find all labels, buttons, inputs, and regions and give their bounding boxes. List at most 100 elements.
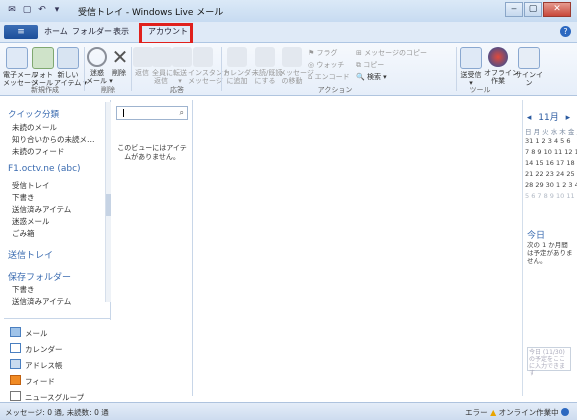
maximize-button[interactable]: ▢ bbox=[524, 2, 542, 17]
ribbon-separator bbox=[131, 47, 132, 91]
quick-views-header[interactable]: クイック分類 bbox=[8, 108, 59, 120]
ribbon: 電子メール メッセージ フォト メール 新しい アイテム ▾ 新規作成 迷惑 メ… bbox=[0, 43, 577, 96]
module-feeds[interactable]: フィード bbox=[10, 375, 55, 387]
scrollbar-thumb[interactable] bbox=[106, 194, 111, 216]
folder-sent[interactable]: 送信済みアイテム bbox=[12, 204, 71, 215]
today-heading: 今日 bbox=[527, 231, 546, 241]
dropdown-icon[interactable]: ▾ bbox=[51, 4, 63, 16]
tab-view[interactable]: 表示 bbox=[113, 26, 129, 37]
online-label[interactable]: オンライン作業中 bbox=[499, 408, 559, 417]
junk-button[interactable]: 迷惑 メール ▾ bbox=[86, 47, 113, 85]
file-menu-button[interactable]: ≡ bbox=[4, 25, 38, 39]
calendar-week[interactable]: 14 15 16 17 18 19 20 bbox=[525, 159, 577, 167]
photo-email-button[interactable]: フォト メール bbox=[32, 47, 54, 87]
search-input[interactable]: ⌕ bbox=[116, 106, 188, 120]
online-status-icon bbox=[561, 408, 569, 416]
calendar-header: ◂ 11月 ▸ bbox=[523, 110, 574, 123]
tab-home[interactable]: ホーム bbox=[44, 26, 68, 37]
app-icon[interactable]: ✉ bbox=[6, 4, 18, 16]
search-icon[interactable]: ⌕ bbox=[180, 108, 184, 118]
delete-icon: ✕ bbox=[111, 45, 129, 69]
connection-status: エラー ▲ オンライン作業中 bbox=[465, 407, 569, 418]
minimize-button[interactable]: ‒ bbox=[505, 2, 523, 17]
module-mail[interactable]: メール bbox=[10, 327, 48, 339]
add-to-calendar-button[interactable]: カレンダー に追加 bbox=[223, 47, 258, 85]
close-button[interactable]: ✕ bbox=[543, 2, 571, 17]
new-mail-quick-icon[interactable]: ▢ bbox=[21, 4, 33, 16]
new-item-button[interactable]: 新しい アイテム ▾ bbox=[54, 47, 87, 87]
account-header[interactable]: F1.octv.ne (abc) bbox=[8, 164, 81, 174]
reply-quick-icon[interactable]: ↶ bbox=[36, 4, 48, 16]
reply-all-button[interactable]: 全員に 返信 bbox=[152, 47, 173, 85]
folder-drafts[interactable]: 下書き bbox=[12, 192, 35, 203]
calendar-week[interactable]: 21 22 23 24 25 26 27 bbox=[525, 170, 577, 178]
folder-unread-contacts[interactable]: 知り合いからの未読メ… bbox=[12, 134, 95, 145]
text-cursor bbox=[123, 109, 124, 117]
quick-event-input[interactable]: 今日 (11/30) の予定をここに入力できます bbox=[527, 347, 571, 377]
folder-junk[interactable]: 迷惑メール bbox=[12, 216, 50, 227]
new-email-button[interactable]: 電子メール メッセージ bbox=[3, 47, 38, 87]
send-receive-icon bbox=[460, 47, 482, 69]
instant-message-button[interactable]: インスタント メッセージ bbox=[188, 47, 230, 85]
month-label: 11月 bbox=[538, 113, 559, 123]
prev-month-button[interactable]: ◂ bbox=[527, 113, 532, 123]
delete-button[interactable]: ✕ 削除 bbox=[110, 45, 129, 77]
calendar-pane: ◂ 11月 ▸ 日 月 火 水 木 金 土 31 1 2 3 4 5 6 7 8… bbox=[522, 100, 577, 396]
storage-folders-header[interactable]: 保存フォルダー bbox=[8, 270, 71, 283]
no-events-text: 次の 1 か月間は予定がありません。 bbox=[527, 241, 573, 265]
contacts-icon bbox=[10, 359, 21, 369]
next-month-button[interactable]: ▸ bbox=[566, 113, 571, 123]
folder-storage-drafts[interactable]: 下書き bbox=[12, 284, 35, 295]
group-label-delete: 削除 bbox=[101, 86, 115, 94]
calendar-week[interactable]: 5 6 7 8 9 10 11 bbox=[525, 192, 575, 200]
tab-folder[interactable]: フォルダー bbox=[72, 26, 112, 37]
folder-unread-feeds[interactable]: 未読のフィード bbox=[12, 146, 64, 157]
sign-in-icon bbox=[518, 47, 540, 69]
module-calendar[interactable]: カレンダー bbox=[10, 343, 63, 355]
ribbon-tabs: ≡ ホーム フォルダー 表示 アカウント ? bbox=[0, 22, 577, 45]
offline-button[interactable]: オフライン 作業 bbox=[484, 47, 519, 85]
module-contacts[interactable]: アドレス帳 bbox=[10, 359, 63, 371]
encoding-button[interactable]: ⌂ エンコード bbox=[308, 72, 350, 82]
new-item-icon bbox=[57, 47, 79, 69]
error-label[interactable]: エラー bbox=[465, 408, 488, 417]
quick-access-toolbar: ✉ ▢ ↶ ▾ bbox=[6, 4, 63, 16]
window-controls: ‒ ▢ ✕ bbox=[505, 2, 571, 17]
folder-deleted[interactable]: ごみ箱 bbox=[12, 228, 35, 239]
calendar-week[interactable]: 28 29 30 1 2 3 4 bbox=[525, 181, 577, 189]
reply-icon bbox=[133, 47, 153, 67]
calendar-week[interactable]: 31 1 2 3 4 5 6 bbox=[525, 137, 570, 145]
copy-button[interactable]: ⧉ コピー bbox=[356, 60, 384, 70]
find-button[interactable]: 🔍 検索 ▾ bbox=[356, 72, 387, 82]
folder-inbox[interactable]: 受信トレイ bbox=[12, 180, 50, 191]
ribbon-separator bbox=[84, 47, 85, 91]
watch-button[interactable]: ◎ ウォッチ bbox=[308, 60, 344, 70]
reply-button[interactable]: 返信 bbox=[133, 47, 153, 77]
window-title: 受信トレイ - Windows Live メール bbox=[78, 8, 224, 18]
move-message-button[interactable]: メッセージ の移動 bbox=[279, 47, 314, 85]
copy-to-button[interactable]: ⊞ メッセージのコピー bbox=[356, 48, 427, 58]
folder-pane: クイック分類 未読のメール 知り合いからの未読メ… 未読のフィード F1.oct… bbox=[4, 100, 111, 320]
message-list: ⌕ このビューにはアイテムがありません。 bbox=[112, 100, 193, 396]
outbox-header[interactable]: 送信トレイ bbox=[8, 248, 53, 261]
send-receive-button[interactable]: 送受信 ▾ bbox=[459, 47, 483, 87]
folder-storage-sent[interactable]: 送信済みアイテム bbox=[12, 296, 71, 307]
junk-icon bbox=[87, 47, 107, 67]
weekday-header: 日 月 火 水 木 金 土 bbox=[525, 128, 577, 136]
group-label-new: 新規作成 bbox=[31, 86, 59, 94]
title-bar: ✉ ▢ ↶ ▾ 受信トレイ - Windows Live メール ‒ ▢ ✕ bbox=[0, 0, 577, 23]
folder-pane-scrollbar[interactable] bbox=[105, 102, 111, 302]
sign-in-button[interactable]: サインイン bbox=[515, 47, 543, 87]
status-bar: メッセージ: 0 通, 未読数: 0 通 エラー ▲ オンライン作業中 bbox=[0, 402, 577, 420]
mail-icon bbox=[10, 327, 21, 337]
flag-button[interactable]: ⚑ フラグ bbox=[308, 48, 338, 58]
offline-globe-icon bbox=[488, 47, 508, 67]
new-email-icon bbox=[6, 47, 28, 69]
folder-unread-email[interactable]: 未読のメール bbox=[12, 122, 57, 133]
mark-unread-button[interactable]: 未読/既読 にする bbox=[252, 47, 282, 85]
calendar-week[interactable]: 7 8 9 10 11 12 13 bbox=[525, 148, 577, 156]
help-icon[interactable]: ? bbox=[560, 26, 571, 37]
unread-icon bbox=[255, 47, 275, 67]
forward-button[interactable]: 転送 ▾ bbox=[172, 47, 192, 85]
photo-email-icon bbox=[32, 47, 54, 69]
